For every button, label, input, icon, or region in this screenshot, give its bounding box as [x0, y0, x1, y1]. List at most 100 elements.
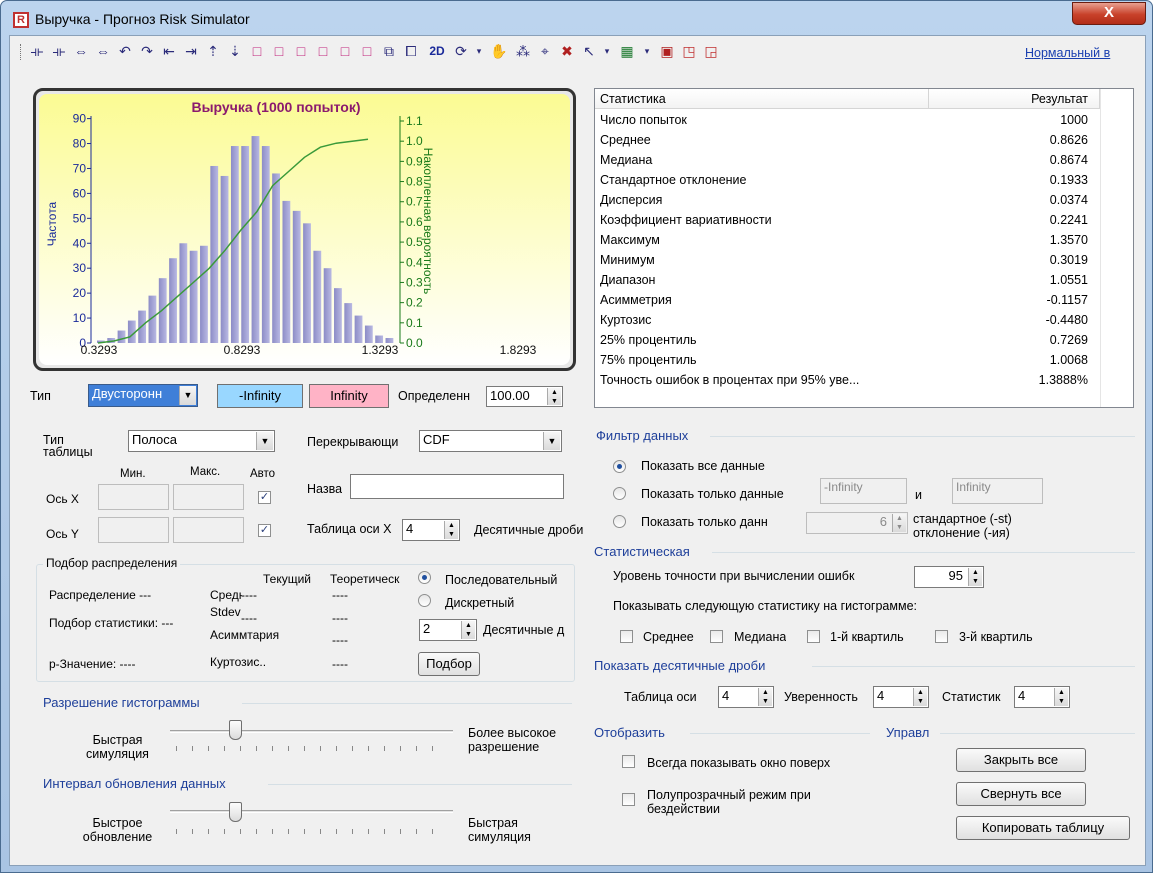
- axis-x-min-input[interactable]: [98, 484, 169, 510]
- statistics-row[interactable]: Коэффициент вариативности 0.2241: [595, 210, 1100, 230]
- statistics-row[interactable]: Число попыток 1000: [595, 110, 1100, 130]
- left-limit-button[interactable]: -Infinity: [217, 384, 303, 408]
- view-top-icon[interactable]: □: [248, 42, 266, 60]
- refresh-slider-track[interactable]: [170, 810, 453, 813]
- resolution-slider-track[interactable]: [170, 730, 453, 733]
- shift-up-icon[interactable]: ⇡: [204, 42, 222, 60]
- chevron-down-icon[interactable]: ▾: [638, 42, 656, 60]
- filter-all-radio[interactable]: [613, 460, 626, 473]
- confidence-decimals-stepper[interactable]: 4 ▲ ▼: [873, 686, 929, 708]
- copy-table-button[interactable]: Копировать таблицу: [956, 816, 1130, 840]
- spin-arrows-icon[interactable]: ▲ ▼: [913, 688, 927, 706]
- move-left-icon[interactable]: ⟛: [28, 42, 46, 60]
- filter-sd-radio[interactable]: [613, 515, 626, 528]
- axis-x-auto-checkbox[interactable]: ✓: [258, 491, 271, 504]
- view-front-icon[interactable]: □: [336, 42, 354, 60]
- statistics-row[interactable]: Стандартное отклонение 0.1933: [595, 170, 1100, 190]
- show-mean-checkbox[interactable]: [620, 630, 633, 643]
- rotate-right-icon[interactable]: ↷: [138, 42, 156, 60]
- axis-x-max-input[interactable]: [173, 484, 244, 510]
- adjust-icon[interactable]: ⌖: [536, 42, 554, 60]
- statistics-row[interactable]: 25% процентиль 0.7269: [595, 330, 1100, 350]
- filter-range-from-input[interactable]: -Infinity: [820, 478, 907, 504]
- table-type-dropdown[interactable]: Полоса ▼: [128, 430, 275, 452]
- always-on-top-checkbox[interactable]: [622, 755, 635, 768]
- spin-arrows-icon[interactable]: ▲ ▼: [758, 688, 772, 706]
- axis-y-min-input[interactable]: [98, 517, 169, 543]
- view-left-icon[interactable]: □: [292, 42, 310, 60]
- show-q1-checkbox[interactable]: [807, 630, 820, 643]
- spin-arrows-icon[interactable]: ▲ ▼: [968, 568, 982, 586]
- statistics-row[interactable]: Диапазон 1.0551: [595, 270, 1100, 290]
- table-decimals-stepper[interactable]: 4 ▲ ▼: [718, 686, 774, 708]
- palette-icon[interactable]: ▦: [618, 42, 636, 60]
- move-right-icon[interactable]: ⟛: [50, 42, 68, 60]
- close-all-button[interactable]: Закрыть все: [956, 748, 1086, 772]
- fit-decimals-stepper[interactable]: 2 ▲ ▼: [419, 619, 477, 641]
- type-dropdown[interactable]: Двусторонн ▼: [88, 384, 198, 407]
- 2d-mode-icon[interactable]: 2D: [424, 42, 450, 60]
- shift-right-icon[interactable]: ⇥: [182, 42, 200, 60]
- minimize-all-button[interactable]: Свернуть все: [956, 782, 1086, 806]
- axis-y-max-input[interactable]: [173, 517, 244, 543]
- spin-arrows-icon[interactable]: ▲ ▼: [1054, 688, 1068, 706]
- close-window-button[interactable]: X: [1072, 2, 1146, 25]
- normal-view-link[interactable]: Нормальный в: [1025, 46, 1110, 60]
- spin-arrows-icon[interactable]: ▲ ▼: [461, 621, 475, 639]
- chevron-down-icon[interactable]: ▾: [598, 42, 616, 60]
- certainty-stepper[interactable]: 100.00 ▲ ▼: [486, 386, 563, 407]
- pointer-icon[interactable]: ↖: [580, 42, 598, 60]
- name-input[interactable]: [350, 474, 564, 499]
- statistics-col-header[interactable]: Статистика: [600, 92, 666, 106]
- resolution-slider-thumb[interactable]: [229, 720, 243, 740]
- chevron-down-icon[interactable]: ▼: [256, 432, 273, 450]
- window-b-icon[interactable]: ◲: [702, 42, 720, 60]
- axis-y-auto-checkbox[interactable]: ✓: [258, 524, 271, 537]
- move-up-icon[interactable]: ⇔: [72, 42, 90, 60]
- window-a-icon[interactable]: ◳: [680, 42, 698, 60]
- view-right-icon[interactable]: □: [314, 42, 332, 60]
- x-axis-decimals-stepper[interactable]: 4 ▲ ▼: [402, 519, 460, 541]
- rotate-left-icon[interactable]: ↶: [116, 42, 134, 60]
- statistics-row[interactable]: Среднее 0.8626: [595, 130, 1100, 150]
- view-bottom-icon[interactable]: □: [270, 42, 288, 60]
- fit-button[interactable]: Подбор: [418, 652, 480, 676]
- overlay-dropdown[interactable]: CDF ▼: [419, 430, 562, 452]
- shift-left-icon[interactable]: ⇤: [160, 42, 178, 60]
- statistics-row[interactable]: Минимум 0.3019: [595, 250, 1100, 270]
- filter-sd-stepper[interactable]: 6 ▲ ▼: [806, 512, 908, 534]
- statistics-row[interactable]: Точность ошибок в процентах при 95% уве.…: [595, 370, 1100, 390]
- delete-icon[interactable]: ✖: [558, 42, 576, 60]
- show-median-checkbox[interactable]: [710, 630, 723, 643]
- refresh-slider-thumb[interactable]: [229, 802, 243, 822]
- rotate-3d-icon[interactable]: ⟳: [452, 42, 470, 60]
- pan-hand-icon[interactable]: ✋: [490, 42, 508, 60]
- precision-stepper[interactable]: 95 ▲ ▼: [914, 566, 984, 588]
- view-back-icon[interactable]: □: [358, 42, 376, 60]
- image-icon[interactable]: ▣: [658, 42, 676, 60]
- cube-icon[interactable]: ⧉: [380, 42, 398, 60]
- chevron-down-icon[interactable]: ▼: [179, 386, 196, 405]
- spin-arrows-icon[interactable]: ▲ ▼: [444, 521, 458, 539]
- statistics-row[interactable]: Максимум 1.3570: [595, 230, 1100, 250]
- spin-arrows-icon[interactable]: ▲ ▼: [547, 388, 561, 405]
- translucent-checkbox[interactable]: [622, 793, 635, 806]
- add-point-icon[interactable]: ⁂: [514, 42, 532, 60]
- title-bar[interactable]: R Выручка - Прогноз Risk Simulator X: [1, 1, 1152, 35]
- statistic-decimals-stepper[interactable]: 4 ▲ ▼: [1014, 686, 1070, 708]
- continuous-radio[interactable]: [418, 571, 431, 584]
- right-limit-button[interactable]: Infinity: [309, 384, 389, 408]
- statistics-row[interactable]: Дисперсия 0.0374: [595, 190, 1100, 210]
- chevron-down-icon[interactable]: ▼: [543, 432, 560, 450]
- filter-range-to-input[interactable]: Infinity: [952, 478, 1043, 504]
- chevron-down-icon[interactable]: ▾: [470, 42, 488, 60]
- spin-arrows-icon[interactable]: ▲ ▼: [892, 514, 906, 532]
- statistics-row[interactable]: 75% процентиль 1.0068: [595, 350, 1100, 370]
- perspective-icon[interactable]: ⧠: [402, 42, 420, 60]
- discrete-radio[interactable]: [418, 594, 431, 607]
- result-col-header[interactable]: Результат: [933, 92, 1088, 106]
- statistics-row[interactable]: Куртозис -0.4480: [595, 310, 1100, 330]
- move-down-icon[interactable]: ⇔: [94, 42, 112, 60]
- statistics-row[interactable]: Асимметрия -0.1157: [595, 290, 1100, 310]
- show-q3-checkbox[interactable]: [935, 630, 948, 643]
